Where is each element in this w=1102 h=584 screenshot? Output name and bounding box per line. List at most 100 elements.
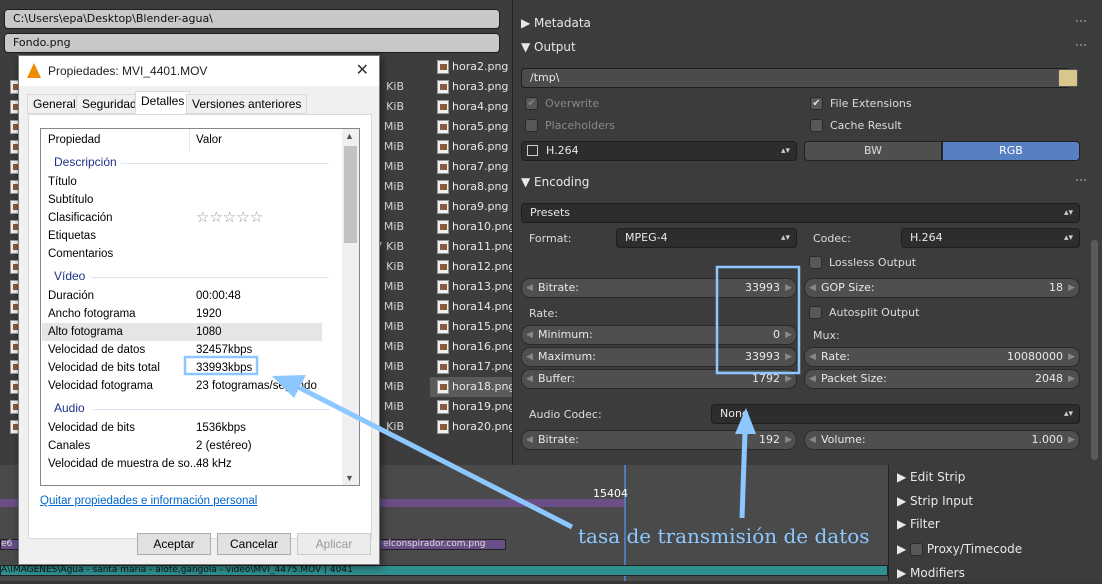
gop-size-field[interactable]: ◀ GOP Size: 18 ▶ bbox=[804, 278, 1080, 298]
file-list-item[interactable]: hora20.png bbox=[430, 417, 515, 437]
file-list-item[interactable]: hora17.png bbox=[430, 357, 516, 377]
rgb-button[interactable]: RGB bbox=[942, 141, 1080, 161]
encoding-header[interactable]: ▼ Encoding bbox=[521, 171, 589, 193]
file-list-item[interactable]: hora3.png bbox=[430, 77, 512, 97]
dialog-titlebar[interactable]: Propiedades: MVI_4401.MOV ✕ bbox=[19, 56, 379, 86]
modifiers-label: Modifiers bbox=[910, 566, 965, 580]
section-descripcion: Descripción bbox=[54, 155, 117, 169]
overwrite-checkbox[interactable]: ✔ bbox=[525, 97, 538, 110]
edit-strip-header[interactable]: ▶ Edit Strip bbox=[897, 466, 965, 488]
audio-bitrate-value: 192 bbox=[759, 433, 780, 446]
file-list-item[interactable]: hora10.png bbox=[430, 217, 515, 237]
close-icon[interactable]: ✕ bbox=[356, 60, 369, 80]
metadata-header[interactable]: ▶ Metadata bbox=[521, 12, 591, 34]
file-list-item[interactable]: hora11.png bbox=[430, 237, 515, 257]
drag-grip-icon[interactable] bbox=[1076, 179, 1086, 185]
file-list-item[interactable]: hora2.png bbox=[430, 57, 512, 77]
file-list-item[interactable]: hora8.png bbox=[430, 177, 512, 197]
tab-seguridad[interactable]: Seguridad bbox=[76, 94, 143, 114]
tab-versiones-anteriores[interactable]: Versiones anteriores bbox=[186, 94, 308, 114]
drag-grip-icon[interactable] bbox=[1076, 20, 1086, 26]
folder-browse-icon[interactable] bbox=[1058, 69, 1078, 87]
prop-duracion-value: 00:00:48 bbox=[196, 290, 241, 302]
scroll-down-icon[interactable]: ▼ bbox=[345, 473, 354, 483]
file-list-item[interactable]: hora6.png bbox=[430, 137, 512, 157]
file-list-item[interactable]: hora18.png bbox=[430, 377, 515, 397]
prop-canales: Canales bbox=[48, 440, 91, 452]
cancel-button[interactable]: Cancelar bbox=[217, 533, 291, 555]
property-list[interactable]: Propiedad Valor Descripción Título Subtí… bbox=[40, 128, 360, 486]
packet-size-field[interactable]: ◀ Packet Size: 2048 ▶ bbox=[804, 369, 1080, 389]
file-list-item[interactable]: hora7.png bbox=[430, 157, 512, 177]
format-label: Format: bbox=[529, 232, 572, 245]
scroll-thumb[interactable] bbox=[344, 146, 357, 243]
bitrate-field[interactable]: ◀ Bitrate: 33993 ▶ bbox=[521, 278, 797, 298]
file-format-select[interactable]: H.264 ▴▾ bbox=[521, 141, 797, 161]
file-list-item[interactable]: hora12.png bbox=[430, 257, 515, 277]
gop-size-label: GOP Size: bbox=[821, 281, 875, 294]
minimum-rate-field[interactable]: ◀ Minimum: 0 ▶ bbox=[521, 325, 797, 345]
file-list-item[interactable]: hora5.png bbox=[430, 117, 512, 137]
rating-stars-icon[interactable]: ☆☆☆☆☆ bbox=[196, 209, 263, 227]
tab-general[interactable]: General bbox=[27, 94, 82, 114]
file-list-item[interactable]: hora13.png bbox=[430, 277, 515, 297]
volume-field[interactable]: ◀ Volume: 1.000 ▶ bbox=[804, 430, 1080, 450]
file-list-item[interactable]: hora15.png bbox=[430, 317, 515, 337]
audio-bitrate-field[interactable]: ◀ Bitrate: 192 ▶ bbox=[521, 430, 797, 450]
section-divider bbox=[121, 163, 329, 164]
file-size: KiB bbox=[386, 260, 404, 273]
file-list-item[interactable]: hora4.png bbox=[430, 97, 512, 117]
drag-grip-icon[interactable] bbox=[1076, 44, 1086, 50]
remove-properties-link[interactable]: Quitar propiedades e información persona… bbox=[40, 495, 257, 507]
tab-detalles[interactable]: Detalles bbox=[135, 91, 191, 115]
buffer-field[interactable]: ◀ Buffer: 1792 ▶ bbox=[521, 369, 797, 389]
placeholders-checkbox[interactable] bbox=[525, 119, 538, 132]
file-list-item[interactable]: hora9.png bbox=[430, 197, 512, 217]
cache-result-checkbox[interactable] bbox=[810, 119, 823, 132]
file-name: hora17.png bbox=[452, 360, 516, 373]
file-extensions-checkbox[interactable]: ✔ bbox=[810, 97, 823, 110]
filter-label: Filter bbox=[910, 517, 940, 531]
presets-select[interactable]: Presets ▴▾ bbox=[521, 203, 1080, 223]
column-header-value[interactable]: Valor bbox=[196, 131, 222, 149]
bw-button[interactable]: BW bbox=[804, 141, 942, 161]
maximum-rate-field[interactable]: ◀ Maximum: 33993 ▶ bbox=[521, 347, 797, 367]
file-list-item[interactable]: hora19.png bbox=[430, 397, 515, 417]
file-size: KiB bbox=[386, 420, 404, 433]
bitrate-label: Bitrate: bbox=[538, 281, 579, 294]
mux-rate-field[interactable]: ◀ Rate: 10080000 ▶ bbox=[804, 347, 1080, 367]
autosplit-output-checkbox[interactable] bbox=[809, 306, 822, 319]
proxy-timecode-header[interactable]: ▶ Proxy/Timecode bbox=[897, 538, 1022, 560]
lossless-output-checkbox[interactable] bbox=[809, 256, 822, 269]
directory-path-field[interactable]: C:\Users\epa\Desktop\Blender-agua\ bbox=[4, 9, 500, 29]
maximum-value: 33993 bbox=[745, 350, 780, 363]
strip-input-header[interactable]: ▶ Strip Input bbox=[897, 490, 973, 512]
image-file-icon bbox=[437, 420, 449, 434]
properties-dialog: Propiedades: MVI_4401.MOV ✕ General Segu… bbox=[18, 55, 380, 565]
filter-header[interactable]: ▶ Filter bbox=[897, 513, 940, 535]
prop-muestra: Velocidad de muestra de so... bbox=[48, 458, 200, 470]
file-list-item[interactable]: hora14.png bbox=[430, 297, 515, 317]
proxy-checkbox[interactable] bbox=[910, 543, 924, 556]
apply-button[interactable]: Aplicar bbox=[297, 533, 371, 555]
column-header-property[interactable]: Propiedad bbox=[48, 131, 100, 149]
prop-clasificacion: Clasificación bbox=[48, 212, 113, 224]
property-list-scrollbar[interactable]: ▲ ▼ bbox=[342, 129, 359, 485]
audio-codec-select[interactable]: None ▴▾ bbox=[711, 404, 1080, 424]
file-list-item[interactable]: hora16.png bbox=[430, 337, 515, 357]
panel-scrollbar[interactable] bbox=[1091, 240, 1098, 460]
prop-vel-total-value: 33993kbps bbox=[196, 362, 253, 374]
container-format-select[interactable]: MPEG-4 ▴▾ bbox=[616, 228, 797, 248]
image-file-icon bbox=[437, 200, 449, 214]
scroll-up-icon[interactable]: ▲ bbox=[345, 131, 354, 141]
accept-button[interactable]: Aceptar bbox=[137, 533, 211, 555]
movie-strip[interactable]: A\IMAGENES\Agua - santa maria - alote,ga… bbox=[0, 565, 888, 576]
codec-select[interactable]: H.264 ▴▾ bbox=[901, 228, 1080, 248]
output-header[interactable]: ▼ Output bbox=[521, 36, 576, 58]
image-file-icon bbox=[437, 400, 449, 414]
output-path-input[interactable]: /tmp\ bbox=[521, 68, 1071, 88]
image-file-icon bbox=[437, 300, 449, 314]
volume-value: 1.000 bbox=[1031, 433, 1064, 446]
filename-field[interactable]: Fondo.png bbox=[4, 33, 500, 53]
bitrate-value: 33993 bbox=[745, 281, 780, 294]
